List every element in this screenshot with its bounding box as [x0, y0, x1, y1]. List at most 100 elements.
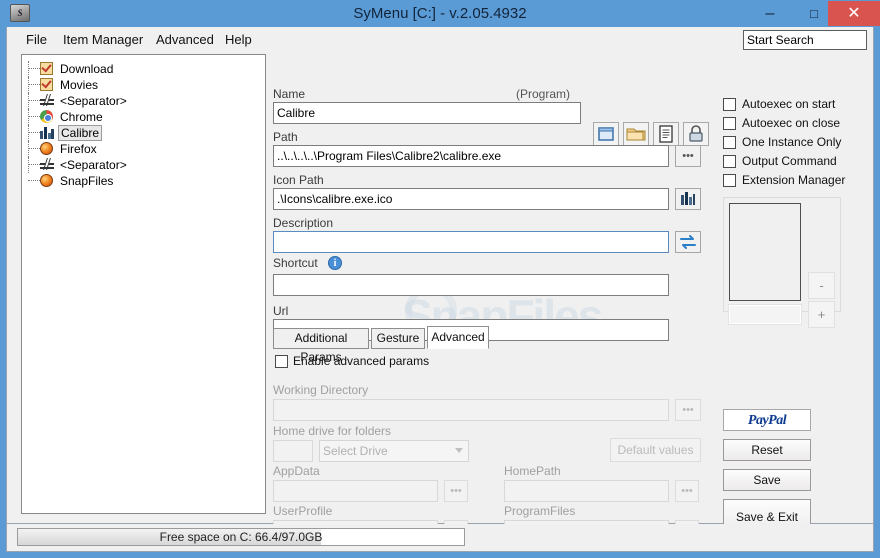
tree-item-label: <Separator>	[60, 94, 127, 108]
autoexec-on-close-label: Autoexec on close	[742, 116, 841, 130]
calibre-icon	[40, 126, 54, 140]
name-label: Name	[273, 87, 306, 101]
appdata-input[interactable]	[273, 480, 438, 502]
appdata-label: AppData	[273, 464, 320, 478]
autoexec-on-start-checkbox[interactable]	[723, 98, 736, 111]
tree-item-label: SnapFiles	[60, 174, 114, 188]
userprofile-label: UserProfile	[273, 504, 333, 518]
default-values-button[interactable]: Default values	[610, 438, 701, 462]
tab-additional-params[interactable]: Additional Params	[273, 328, 369, 364]
menu-item-manager[interactable]: Item Manager	[58, 31, 148, 49]
drive-letter-input[interactable]	[273, 440, 313, 462]
free-space-text: Free space on C: 66.4/97.0GB	[159, 530, 323, 544]
path-label: Path	[273, 130, 298, 144]
appdata-browse-button[interactable]: •••	[444, 480, 468, 502]
working-directory-label: Working Directory	[273, 383, 369, 397]
tree-item-label: Firefox	[60, 142, 97, 156]
search-input[interactable]	[743, 30, 867, 50]
autoexec-on-start-label: Autoexec on start	[742, 97, 836, 111]
calibre-books-icon[interactable]	[675, 188, 701, 210]
tree-item-separator-2[interactable]: <Separator>	[22, 157, 265, 173]
one-instance-only-checkbox[interactable]	[723, 136, 736, 149]
free-space-progress: Free space on C: 66.4/97.0GB	[17, 528, 465, 546]
checked-folder-icon	[40, 78, 54, 92]
tree-item-firefox[interactable]: Firefox	[22, 141, 265, 157]
tree-item-snapfiles[interactable]: SnapFiles	[22, 173, 265, 189]
working-directory-browse-button[interactable]: •••	[675, 399, 701, 421]
autoexec-on-close-checkbox[interactable]	[723, 117, 736, 130]
firefox-icon	[40, 142, 54, 156]
working-directory-input[interactable]	[273, 399, 669, 421]
checked-folder-icon	[40, 62, 54, 76]
icon-preview-input[interactable]	[728, 304, 802, 325]
lock-icon[interactable]	[683, 122, 709, 146]
menu-advanced[interactable]: Advanced	[151, 31, 219, 49]
extension-manager-label: Extension Manager	[742, 173, 846, 187]
tab-gesture[interactable]: Gesture	[371, 328, 425, 349]
homepath-input[interactable]	[504, 480, 669, 502]
select-drive-value: Select Drive	[323, 444, 388, 458]
title-bar: S SyMenu [C:] - v.2.05.4932 – □ ✕	[0, 0, 880, 27]
icon-path-input[interactable]	[273, 188, 669, 210]
item-tree[interactable]: Download Movies <Separator> Chrome Calib…	[21, 54, 266, 514]
tree-item-chrome[interactable]: Chrome	[22, 109, 265, 125]
home-drive-label: Home drive for folders	[273, 424, 392, 438]
programfiles-label: ProgramFiles	[504, 504, 576, 518]
program-tag: (Program)	[516, 87, 571, 101]
output-command-label: Output Command	[742, 154, 837, 168]
document-icon[interactable]	[653, 122, 679, 146]
options-panel: Autoexec on start Autoexec on close One …	[717, 54, 877, 535]
add-icon-button[interactable]: +	[808, 301, 835, 328]
tree-item-label: Download	[60, 62, 114, 76]
path-browse-button[interactable]: •••	[675, 145, 701, 167]
symenu-window: S SyMenu [C:] - v.2.05.4932 – □ ✕ File I…	[0, 0, 880, 558]
refresh-swap-icon[interactable]	[675, 231, 701, 253]
extension-manager-checkbox[interactable]	[723, 174, 736, 187]
separator-icon	[40, 94, 54, 108]
enable-advanced-params-checkbox[interactable]	[275, 355, 288, 368]
info-icon[interactable]: i	[328, 256, 342, 270]
homepath-browse-button[interactable]: •••	[675, 480, 699, 502]
name-input[interactable]	[273, 102, 581, 124]
save-button[interactable]: Save	[723, 469, 811, 491]
tree-item-separator-1[interactable]: <Separator>	[22, 93, 265, 109]
one-instance-only-label: One Instance Only	[742, 135, 842, 149]
item-form: Name (Program) Path ••• Icon Path	[271, 54, 711, 542]
folder-icon[interactable]	[623, 122, 649, 146]
shortcut-label: Shortcut	[273, 256, 318, 270]
tree-item-label: <Separator>	[60, 158, 127, 172]
tree-item-label: Chrome	[60, 110, 103, 124]
tree-item-calibre[interactable]: Calibre	[22, 125, 265, 141]
url-label: Url	[273, 304, 289, 318]
shortcut-input[interactable]	[273, 274, 669, 296]
tree-item-label: Movies	[60, 78, 99, 92]
reset-button[interactable]: Reset	[723, 439, 811, 461]
icon-preview-box	[729, 203, 801, 301]
menu-file[interactable]: File	[21, 31, 52, 49]
select-drive-dropdown[interactable]: Select Drive	[319, 440, 469, 462]
description-label: Description	[273, 216, 334, 230]
description-input[interactable]	[273, 231, 669, 253]
paypal-label: PayPal	[747, 413, 787, 428]
tree-item-download[interactable]: Download	[22, 61, 265, 77]
menu-bar: File Item Manager Advanced Help	[7, 27, 873, 52]
path-input[interactable]	[273, 145, 669, 167]
chevron-down-icon	[455, 448, 463, 453]
homepath-label: HomePath	[504, 464, 561, 478]
tree-item-label: Calibre	[58, 125, 103, 141]
icon-preview-group: - +	[723, 197, 841, 328]
tab-advanced[interactable]: Advanced	[427, 326, 489, 349]
tree-item-movies[interactable]: Movies	[22, 77, 265, 93]
chrome-icon	[40, 110, 54, 124]
client-area: File Item Manager Advanced Help SnapFile…	[6, 27, 877, 542]
output-command-checkbox[interactable]	[723, 155, 736, 168]
menu-help[interactable]: Help	[220, 31, 257, 49]
remove-icon-button[interactable]: -	[808, 272, 835, 299]
firefox-icon	[40, 174, 54, 188]
window-icon[interactable]	[593, 122, 619, 146]
status-bar: Free space on C: 66.4/97.0GB	[6, 524, 874, 552]
close-button[interactable]: ✕	[828, 1, 880, 26]
enable-advanced-params-label: Enable advanced params	[293, 354, 430, 368]
paypal-button[interactable]: PayPal	[723, 409, 811, 431]
minimize-button[interactable]: –	[748, 1, 792, 26]
